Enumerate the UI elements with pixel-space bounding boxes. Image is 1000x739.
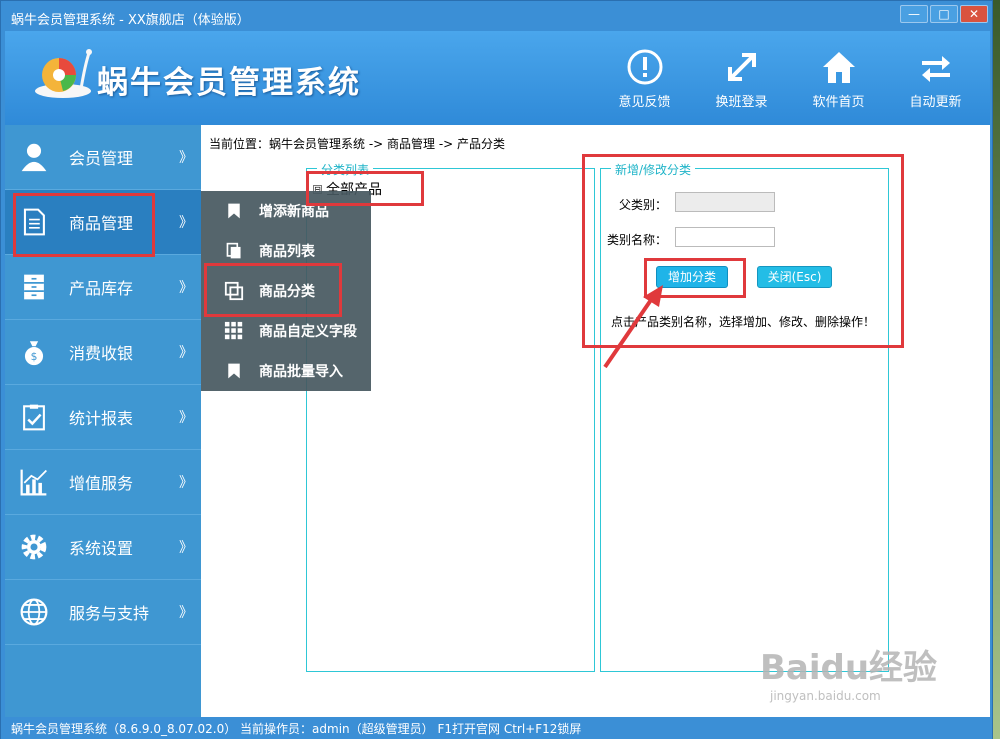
app-header: 蜗牛会员管理系统 意见反馈 换班登录 软件首页 自动更新 bbox=[5, 31, 990, 125]
snail-logo-icon bbox=[35, 49, 92, 98]
sidebar-item-label: 统计报表 bbox=[69, 409, 134, 428]
svg-text:$: $ bbox=[31, 350, 38, 363]
feedback-icon bbox=[627, 49, 662, 85]
chevron-icon: 》 bbox=[179, 475, 193, 491]
auto-update-label: 自动更新 bbox=[909, 95, 962, 110]
sidebar-item-settings[interactable]: 系统设置 》 bbox=[5, 515, 201, 580]
watermark-main: Baidu经验 bbox=[760, 648, 938, 688]
sidebar-item-label: 产品库存 bbox=[69, 279, 134, 298]
submenu-item-batch-import[interactable]: 商品批量导入 bbox=[201, 351, 371, 391]
grid-icon bbox=[223, 320, 245, 342]
switch-shift-icon bbox=[727, 53, 756, 81]
gear-icon bbox=[17, 530, 51, 564]
breadcrumb: 当前位置：蜗牛会员管理系统 -> 商品管理 -> 产品分类 bbox=[209, 137, 506, 151]
chevron-icon: 》 bbox=[179, 345, 193, 361]
feedback-label: 意见反馈 bbox=[618, 95, 671, 110]
submenu-item-custom-fields[interactable]: 商品自定义字段 bbox=[201, 311, 371, 351]
sidebar-item-reports[interactable]: 统计报表 》 bbox=[5, 385, 201, 450]
import-icon bbox=[223, 360, 245, 382]
highlight-all-products bbox=[306, 171, 424, 206]
submenu-item-label: 商品列表 bbox=[259, 244, 315, 260]
sidebar-item-label: 会员管理 bbox=[69, 149, 134, 168]
sidebar-item-member[interactable]: 会员管理 》 bbox=[5, 125, 201, 190]
cabinet-icon bbox=[17, 270, 51, 304]
close-button[interactable]: ✕ bbox=[960, 5, 988, 23]
submenu-item-label: 商品自定义字段 bbox=[259, 324, 357, 340]
watermark-sub: jingyan.baidu.com bbox=[770, 689, 881, 703]
chevron-icon: 》 bbox=[179, 215, 193, 231]
software-home-button[interactable]: 软件首页 bbox=[790, 47, 887, 110]
auto-update-button[interactable]: 自动更新 bbox=[887, 47, 984, 110]
list-icon bbox=[223, 240, 245, 262]
sidebar-item-value-added[interactable]: 增值服务 》 bbox=[5, 450, 201, 515]
chevron-icon: 》 bbox=[179, 540, 193, 556]
clipboard-icon bbox=[17, 400, 51, 434]
sidebar-item-label: 增值服务 bbox=[69, 474, 134, 493]
feedback-button[interactable]: 意见反馈 bbox=[596, 47, 693, 110]
desktop-background bbox=[992, 0, 1000, 739]
bookmark-icon bbox=[223, 200, 245, 222]
chevron-icon: 》 bbox=[179, 150, 193, 166]
globe-icon bbox=[17, 595, 51, 629]
app-window: 蜗牛会员管理系统 - XX旗舰店（体验版） — □ ✕ 蜗牛会员管理系统 意见反… bbox=[0, 0, 993, 739]
software-home-label: 软件首页 bbox=[812, 95, 865, 110]
money-bag-icon: $ bbox=[17, 335, 51, 369]
annotation-arrow-icon bbox=[603, 285, 663, 369]
switch-shift-label: 换班登录 bbox=[715, 95, 768, 110]
chevron-icon: 》 bbox=[179, 410, 193, 426]
home-icon bbox=[822, 52, 855, 83]
switch-shift-button[interactable]: 换班登录 bbox=[693, 47, 790, 110]
auto-update-icon bbox=[921, 56, 950, 82]
sidebar-item-inventory[interactable]: 产品库存 》 bbox=[5, 255, 201, 320]
minimize-button[interactable]: — bbox=[900, 5, 928, 23]
window-title: 蜗牛会员管理系统 - XX旗舰店（体验版） bbox=[11, 13, 250, 28]
title-bar: 蜗牛会员管理系统 - XX旗舰店（体验版） — □ ✕ bbox=[1, 1, 992, 31]
sidebar-item-cashier[interactable]: $ 消费收银 》 bbox=[5, 320, 201, 385]
app-title: 蜗牛会员管理系统 bbox=[97, 65, 361, 101]
header-toolbar: 意见反馈 换班登录 软件首页 自动更新 bbox=[596, 47, 984, 110]
highlight-product-management bbox=[13, 193, 155, 257]
member-icon bbox=[17, 140, 51, 174]
sidebar-item-label: 消费收银 bbox=[69, 344, 134, 363]
highlight-product-category bbox=[204, 263, 342, 317]
chart-icon bbox=[17, 465, 51, 499]
sidebar-item-support[interactable]: 服务与支持 》 bbox=[5, 580, 201, 645]
sidebar-item-label: 系统设置 bbox=[69, 539, 134, 558]
chevron-icon: 》 bbox=[179, 280, 193, 296]
status-bar: 蜗牛会员管理系统（8.6.9.0_8.07.02.0） 当前操作员：admin（… bbox=[1, 717, 992, 739]
sidebar-item-label: 服务与支持 bbox=[69, 604, 150, 623]
window-controls: — □ ✕ bbox=[900, 5, 988, 23]
baidu-watermark: Baidu经验 jingyan.baidu.com bbox=[760, 640, 937, 703]
submenu-item-label: 商品批量导入 bbox=[259, 364, 343, 380]
maximize-button[interactable]: □ bbox=[930, 5, 958, 23]
chevron-icon: 》 bbox=[179, 605, 193, 621]
